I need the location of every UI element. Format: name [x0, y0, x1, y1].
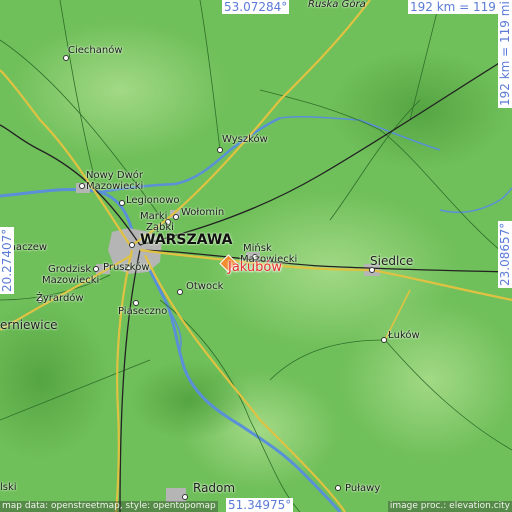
place-label-siedlce: Siedlce	[370, 254, 414, 268]
place-label-ciechanow: Ciechanów	[68, 45, 123, 56]
place-label-jakubow: Jakubów	[228, 260, 283, 275]
place-label-grodzisk-mazowiecki: Mazowiecki	[42, 275, 100, 286]
attribution-image-proc: image proc.: elevation.city	[387, 501, 512, 512]
place-label-marki: Marki	[140, 211, 168, 222]
coord-bottom-latitude: 51.34975°	[226, 498, 294, 512]
map-canvas[interactable]: Ruska Góra Ciechanów Wyszków Nowy Dwór M…	[0, 0, 512, 512]
place-label-nowy-dwor: Nowy Dwór	[86, 170, 143, 181]
place-label-otwock: Otwock	[186, 281, 224, 292]
place-label-grodzisk: Grodzisk	[48, 264, 92, 275]
place-label-zyrardow: Żyrardów	[36, 293, 84, 304]
place-label-pulawy: Puławy	[345, 483, 381, 494]
place-label-pruszkow: Pruszków	[103, 262, 150, 273]
attribution-map-data: map data: openstreetmap, style: opentopo…	[0, 501, 218, 512]
scale-horizontal: 192 km = 119 mi	[408, 0, 512, 14]
place-label-warszawa: WARSZAWA	[140, 232, 233, 248]
place-label-radom: Radom	[193, 481, 236, 495]
coord-right-longitude: 23.08657°	[498, 220, 512, 288]
place-label-wyszkow: Wyszków	[222, 134, 268, 145]
place-label-lukow: Łuków	[388, 330, 420, 341]
coord-top-latitude: 53.07284°	[222, 0, 290, 14]
place-label-kielce-fragment: lski	[0, 482, 17, 493]
place-label-legionowo: Legionowo	[126, 195, 180, 206]
coord-left-longitude: 20.27407°	[0, 226, 14, 294]
place-label-nowy-dwor-mazowiecki: Mazowiecki	[86, 181, 144, 192]
place-label-piaseczno: Piaseczno	[118, 306, 168, 317]
place-label-wolomin: Wołomin	[181, 207, 225, 218]
place-label-skierniewice: erniewice	[0, 318, 58, 332]
place-label-ruska-gora: Ruska Góra	[308, 0, 366, 10]
scale-vertical: 192 km = 119 mi	[498, 0, 512, 108]
place-label-minsk: Mińsk	[243, 243, 272, 254]
